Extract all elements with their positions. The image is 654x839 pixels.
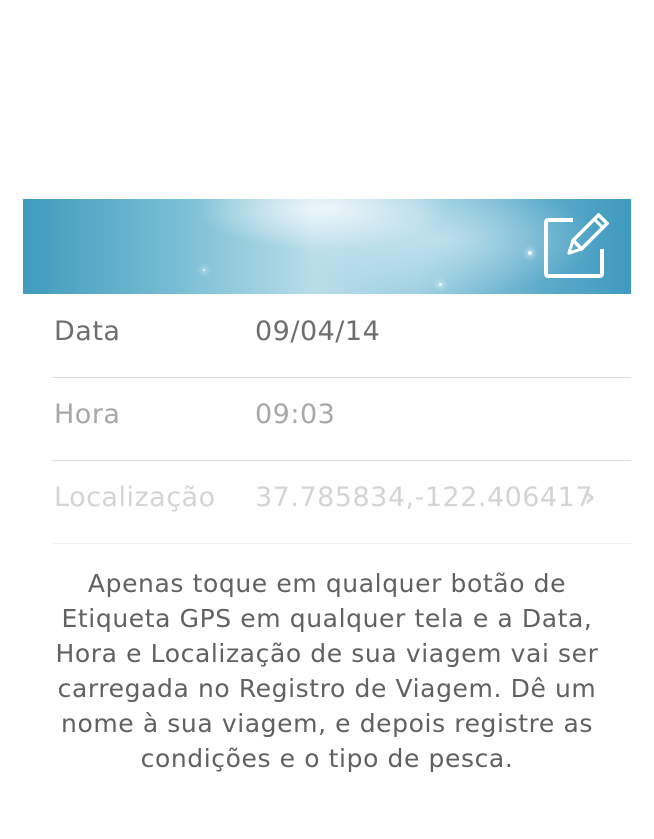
date-value: 09/04/14 xyxy=(255,316,381,347)
screen: Data 09/04/14 Hora 09:03 Localização 37.… xyxy=(0,0,654,839)
time-label: Hora xyxy=(54,399,121,430)
location-value: 37.785834,-122.406417 xyxy=(255,482,594,513)
sparkle xyxy=(528,251,532,255)
edit-note-icon xyxy=(544,212,610,278)
location-label: Localização xyxy=(54,482,216,513)
time-value: 09:03 xyxy=(255,399,336,430)
sparkle xyxy=(439,283,442,286)
date-label: Data xyxy=(54,316,121,347)
row-time: Hora 09:03 xyxy=(52,377,631,461)
sparkle xyxy=(203,269,205,271)
row-date: Data 09/04/14 xyxy=(52,294,631,378)
row-location[interactable]: Localização 37.785834,-122.406417 › xyxy=(52,460,631,544)
header-banner xyxy=(23,199,631,294)
instructions-text: Apenas toque em qualquer botão de Etique… xyxy=(55,569,599,773)
chevron-right-icon: › xyxy=(584,480,596,513)
edit-button[interactable] xyxy=(543,212,610,279)
